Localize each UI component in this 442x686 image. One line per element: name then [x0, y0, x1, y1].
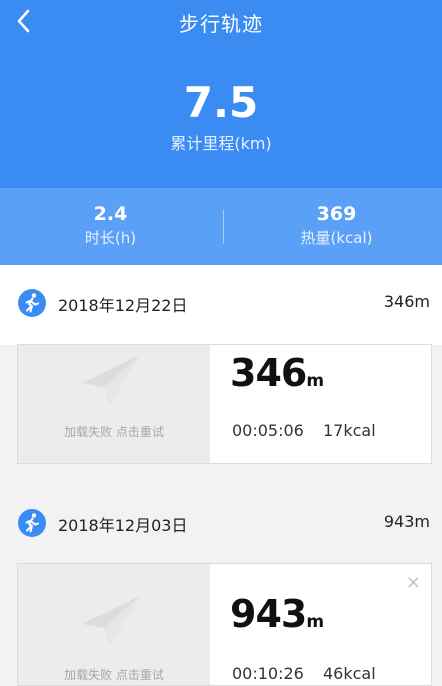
duration-value: 2.4 — [93, 203, 128, 225]
total-distance-value: 7.5 — [183, 78, 259, 127]
walk-record-card[interactable]: 加载失败 点击重试 943m 00:10:26 46kcal × — [17, 563, 432, 686]
duration-stat: 2.4 时长(h) — [0, 203, 221, 248]
walking-person-icon — [18, 509, 46, 537]
calories-label: 热量(kcal) — [300, 229, 373, 247]
stats-bar: 2.4 时长(h) 369 热量(kcal) — [0, 188, 442, 265]
record-duration: 00:10:26 — [232, 664, 304, 683]
record-distance: 943m — [230, 592, 324, 636]
duration-label: 时长(h) — [84, 229, 137, 247]
record-distance: 346m — [230, 351, 324, 395]
close-icon[interactable]: × — [406, 572, 421, 593]
record-calories: 17kcal — [323, 421, 376, 440]
day-distance: 943m — [383, 512, 430, 531]
paper-plane-icon — [82, 355, 140, 405]
map-load-failed-text[interactable]: 加载失败 点击重试 — [18, 423, 210, 440]
page-title: 步行轨迹 — [179, 12, 263, 36]
record-distance-unit: m — [306, 371, 325, 391]
calories-stat: 369 热量(kcal) — [226, 203, 442, 248]
record-distance-number: 943 — [230, 592, 307, 636]
walking-person-icon — [18, 289, 46, 317]
record-calories: 46kcal — [323, 664, 376, 683]
day-date: 2018年12月22日 — [58, 296, 188, 315]
map-thumbnail[interactable]: 加载失败 点击重试 — [18, 345, 210, 463]
calories-value: 369 — [316, 203, 357, 225]
day-header: 2018年12月03日 943m — [0, 502, 442, 546]
map-thumbnail[interactable]: 加载失败 点击重试 — [18, 564, 210, 685]
walk-record-card[interactable]: 加载失败 点击重试 346m 00:05:06 17kcal — [17, 344, 432, 464]
record-distance-number: 346 — [230, 351, 307, 395]
day-distance: 346m — [383, 292, 430, 311]
record-duration: 00:05:06 — [232, 421, 304, 440]
paper-plane-icon — [82, 596, 140, 646]
record-distance-unit: m — [306, 612, 325, 632]
stats-divider — [223, 210, 224, 244]
day-header: 2018年12月22日 346m — [0, 282, 442, 326]
total-distance-label: 累计里程(km) — [170, 134, 272, 153]
day-date: 2018年12月03日 — [58, 516, 188, 535]
map-load-failed-text[interactable]: 加载失败 点击重试 — [18, 666, 210, 683]
header: 步行轨迹 7.5 累计里程(km) — [0, 0, 442, 188]
